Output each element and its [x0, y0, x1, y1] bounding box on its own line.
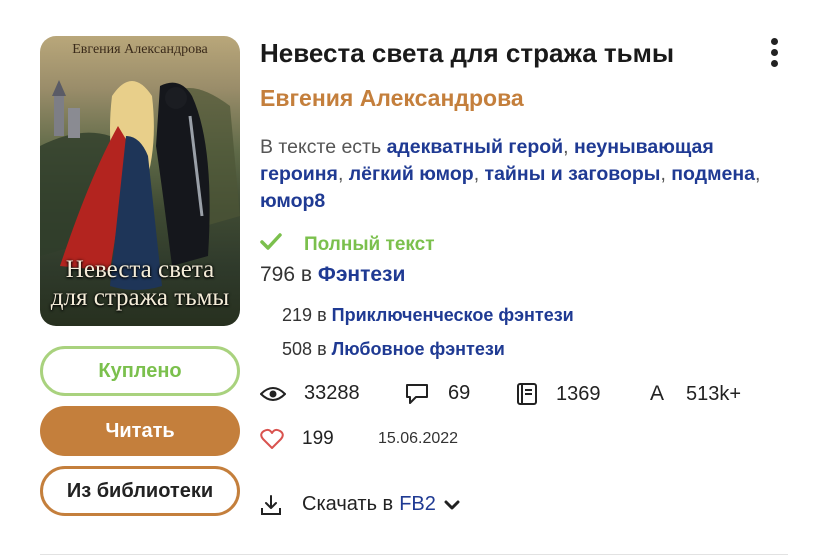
tag-link[interactable]: лёгкий юмор [349, 163, 474, 185]
likes-stat[interactable]: 199 [260, 428, 334, 450]
read-button[interactable]: Читать [40, 406, 240, 456]
bought-button[interactable]: Куплено [40, 346, 240, 396]
views-stat: 33288 [260, 382, 360, 405]
rank-sep: в [317, 339, 327, 359]
rank-genre-link[interactable]: Любовное фэнтези [332, 339, 505, 359]
book-title: Невеста света для стража тьмы [260, 38, 675, 68]
book-icon [516, 382, 538, 406]
download-icon [260, 494, 282, 516]
download-control[interactable]: Скачать в FB2 [260, 493, 460, 516]
rank-sep: в [317, 305, 327, 325]
check-icon [260, 233, 290, 257]
publish-date: 15.06.2022 [378, 430, 459, 447]
rank-sub: 219 в Приключенческое фэнтези [282, 305, 574, 326]
cover-title-line-1: Невеста света [65, 256, 215, 283]
cover-author-text: Евгения Александрова [72, 42, 208, 57]
author-link[interactable]: Евгения Александрова [260, 85, 524, 112]
rank-genre-link[interactable]: Фэнтези [318, 263, 406, 286]
heart-icon[interactable] [260, 428, 284, 450]
book-cover[interactable]: Евгения Александрова Невеста света для с… [40, 36, 240, 326]
remove-from-library-button[interactable]: Из библиотеки [40, 466, 240, 516]
comment-icon [404, 383, 430, 405]
cover-title-text: Невеста света для стража тьмы [40, 256, 240, 312]
tag-link[interactable]: тайны и заговоры [485, 163, 661, 185]
pages-stat: 1369 [516, 382, 601, 406]
tag-link[interactable]: юмор8 [260, 190, 325, 212]
download-format[interactable]: FB2 [399, 493, 436, 516]
divider [40, 554, 788, 555]
chars-letter-icon: A [650, 382, 665, 405]
likes-count: 199 [302, 428, 334, 449]
comments-count: 69 [448, 382, 471, 404]
eye-icon [260, 385, 286, 403]
more-vertical-icon[interactable] [764, 36, 784, 68]
pages-count: 1369 [556, 382, 601, 405]
tags-prefix: В тексте есть [260, 136, 382, 158]
rank-position: 508 [282, 339, 313, 359]
tag-link[interactable]: подмена [671, 163, 755, 185]
chars-count: 513k+ [686, 382, 742, 405]
chevron-down-icon[interactable] [444, 499, 460, 511]
rank-sub: 508 в Любовное фэнтези [282, 339, 505, 360]
rank-main: 796 в Фэнтези [260, 263, 405, 287]
tag-link[interactable]: адекватный герой [387, 136, 564, 158]
rank-genre-link[interactable]: Приключенческое фэнтези [332, 305, 574, 325]
comments-stat: 69 [404, 382, 470, 405]
download-label: Скачать в [302, 493, 394, 515]
rank-sep: в [300, 263, 313, 286]
chars-stat: A 513k+ [650, 382, 741, 406]
full-text-label: Полный текст [304, 234, 435, 255]
views-count: 33288 [304, 382, 360, 404]
full-text-status: Полный текст [260, 233, 435, 257]
cover-title-line-2: для стража тьмы [50, 284, 230, 311]
rank-position: 796 [260, 263, 296, 286]
rank-position: 219 [282, 305, 313, 325]
tags-block: В тексте есть адекватный герой, неунываю… [260, 136, 761, 212]
